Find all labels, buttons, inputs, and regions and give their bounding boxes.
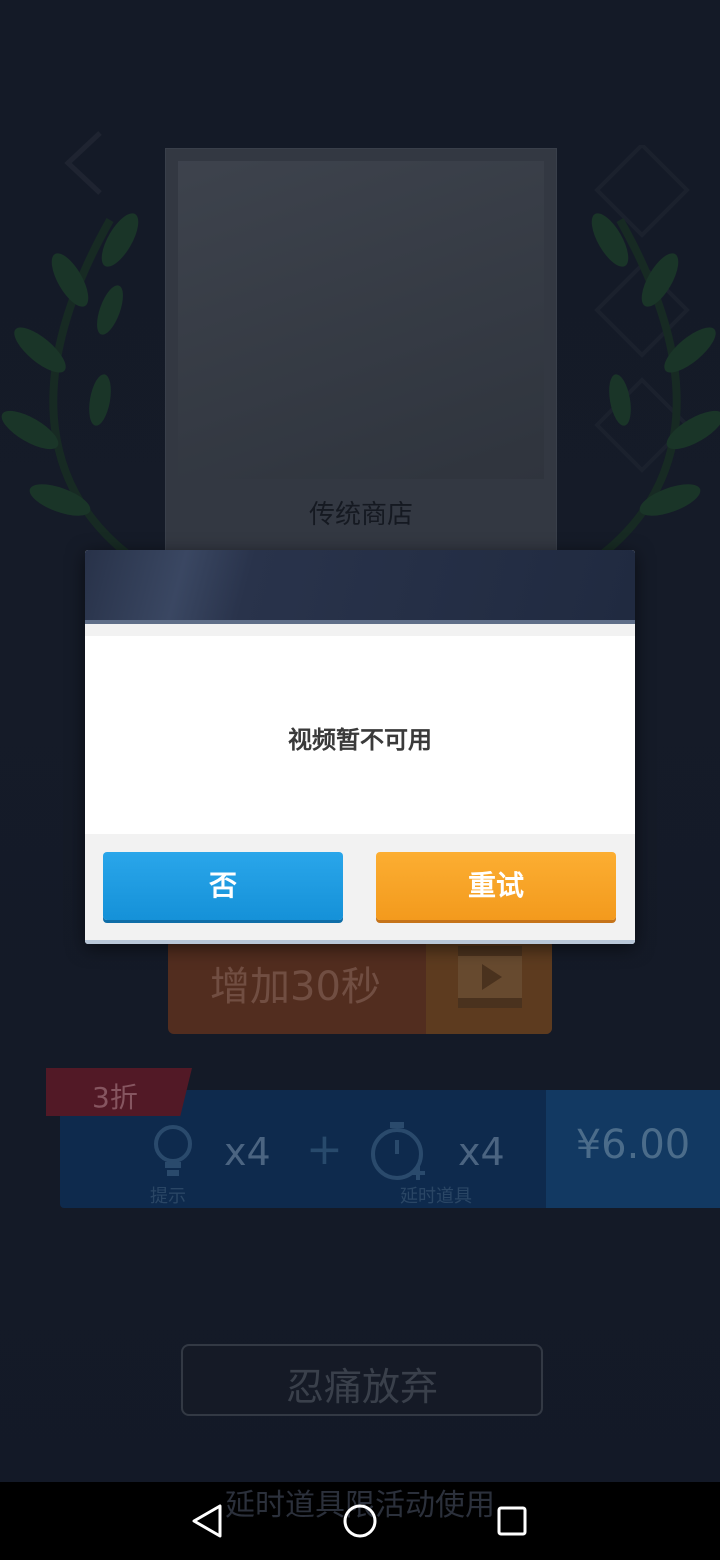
dialog-bottom-border [85,940,635,944]
video-unavailable-dialog: 视频暂不可用 否 重试 [85,550,635,944]
retry-button[interactable]: 重试 [376,852,616,920]
nav-recent-icon[interactable] [497,1506,527,1536]
dialog-header [85,550,635,624]
nav-back-icon[interactable] [190,1503,224,1539]
dialog-message: 视频暂不可用 [288,726,432,754]
dialog-body: 视频暂不可用 [85,636,635,834]
no-button[interactable]: 否 [103,852,343,920]
nav-home-icon[interactable] [343,1504,377,1538]
